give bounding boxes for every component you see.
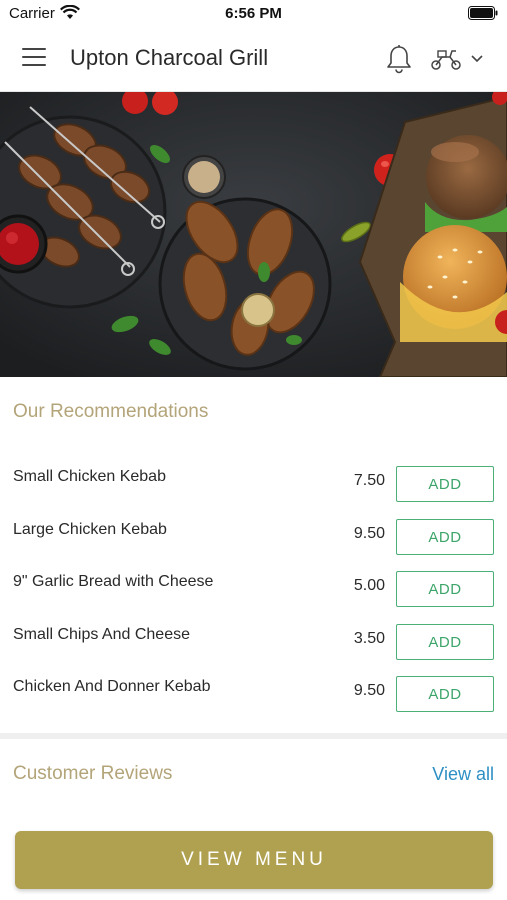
add-button[interactable]: ADD bbox=[396, 624, 494, 660]
menu-item-price: 3.50 bbox=[353, 630, 385, 647]
food-hero-illustration bbox=[0, 92, 507, 377]
add-button[interactable]: ADD bbox=[396, 571, 494, 607]
scooter-icon[interactable] bbox=[430, 47, 462, 71]
battery-icon bbox=[468, 6, 498, 20]
app-header: Upton Charcoal Grill bbox=[0, 28, 507, 92]
menu-item-name: Small Chips And Cheese bbox=[13, 626, 190, 643]
menu-item-name: Large Chicken Kebab bbox=[13, 521, 167, 538]
menu-item-row: Small Chips And Cheese 3.50 ADD bbox=[0, 624, 507, 676]
view-all-reviews-link[interactable]: View all bbox=[432, 764, 494, 785]
recommendations-title: Our Recommendations bbox=[13, 401, 209, 422]
status-time: 6:56 PM bbox=[225, 5, 282, 22]
restaurant-title: Upton Charcoal Grill bbox=[70, 45, 269, 70]
menu-item-price: 9.50 bbox=[353, 525, 385, 542]
menu-item-row: Large Chicken Kebab 9.50 ADD bbox=[0, 519, 507, 571]
bell-icon[interactable] bbox=[385, 44, 413, 74]
menu-item-price: 5.00 bbox=[353, 577, 385, 594]
menu-item-price: 7.50 bbox=[353, 472, 385, 489]
view-menu-button[interactable]: VIEW MENU bbox=[15, 831, 493, 889]
menu-item-name: Small Chicken Kebab bbox=[13, 468, 166, 485]
add-button[interactable]: ADD bbox=[396, 519, 494, 555]
add-button[interactable]: ADD bbox=[396, 466, 494, 502]
menu-item-price: 9.50 bbox=[353, 682, 385, 699]
status-bar: Carrier 6:56 PM bbox=[0, 0, 507, 28]
reviews-title: Customer Reviews bbox=[13, 763, 173, 784]
menu-icon[interactable] bbox=[22, 48, 48, 70]
section-divider bbox=[0, 733, 507, 739]
menu-item-row: Small Chicken Kebab 7.50 ADD bbox=[0, 466, 507, 518]
chevron-down-icon[interactable] bbox=[470, 52, 484, 64]
menu-item-row: 9" Garlic Bread with Cheese 5.00 ADD bbox=[0, 571, 507, 623]
food-hero-image bbox=[0, 92, 507, 377]
menu-item-row: Chicken And Donner Kebab 9.50 ADD bbox=[0, 676, 507, 728]
add-button[interactable]: ADD bbox=[396, 676, 494, 712]
menu-item-name: Chicken And Donner Kebab bbox=[13, 678, 211, 695]
menu-item-name: 9" Garlic Bread with Cheese bbox=[13, 573, 214, 590]
